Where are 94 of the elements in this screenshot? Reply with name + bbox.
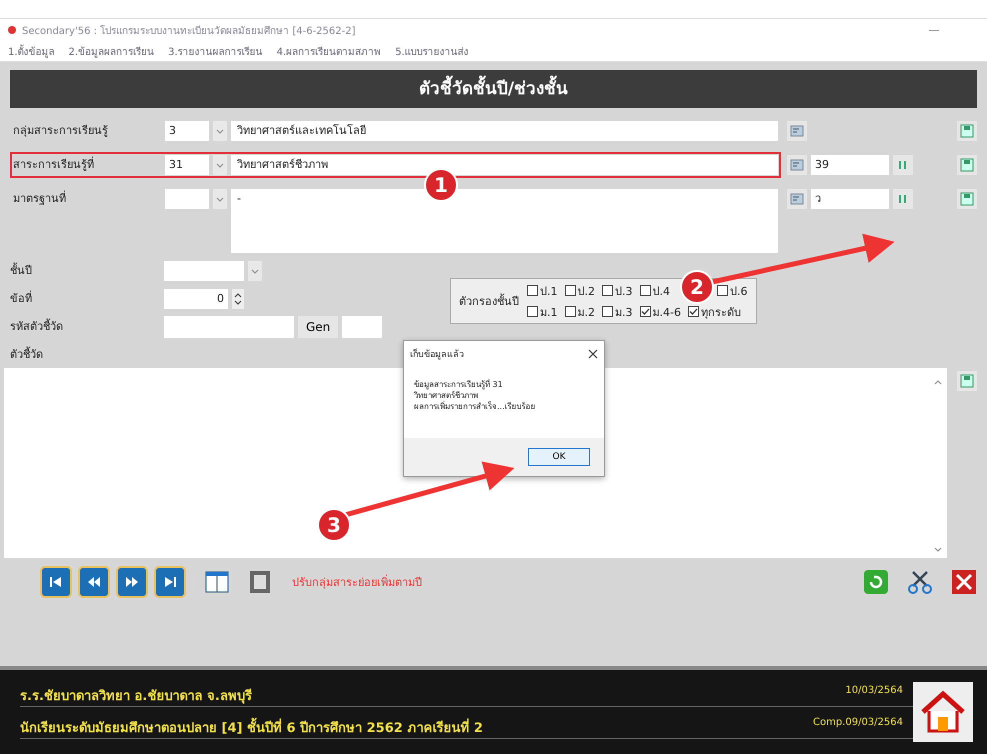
checkbox[interactable] <box>688 306 699 317</box>
skip-forward-icon <box>163 576 177 588</box>
field-label: สาระการเรียนรู้ที่ <box>13 156 95 173</box>
ok-button[interactable]: OK <box>528 448 590 466</box>
checkbox[interactable] <box>640 306 650 317</box>
name-field[interactable]: วิทยาศาสตร์และเทคโนโลยี <box>231 121 778 141</box>
fast-forward-icon <box>125 576 139 588</box>
menu-item[interactable]: 5.แบบรายงานส่ง <box>395 44 469 58</box>
scroll-down-icon[interactable] <box>934 547 942 552</box>
list-icon <box>790 125 804 137</box>
bars-icon <box>897 159 909 171</box>
dialog-message: วิทยาศาสตร์ชีวภาพ <box>414 390 479 401</box>
checkbox[interactable] <box>602 285 613 296</box>
code-dropdown[interactable]: 31 <box>165 155 209 175</box>
scissors-icon[interactable] <box>907 569 933 595</box>
field-label: มาตรฐานที่ <box>13 190 67 207</box>
next-record-button[interactable] <box>116 566 148 598</box>
app-icon <box>8 26 16 34</box>
chevron-down-icon <box>216 128 224 134</box>
spinner-arrows-icon[interactable] <box>232 289 244 309</box>
chevron-down-icon <box>216 196 224 202</box>
checkbox[interactable] <box>564 285 576 296</box>
school-name: ร.ร.ชัยบาดาลวิทยา อ.ชัยบาดาล จ.ลพบุรี <box>20 688 252 706</box>
number-field[interactable]: 39 <box>811 155 889 175</box>
class-info: นักเรียนระดับมัธยมศึกษาตอนปลาย [4] ชั้นปีที่ 6 ปีการศึกษา 2562 ภาคเรียนที่ 2 <box>20 717 483 738</box>
checkbox-label[interactable]: ป.1 <box>540 282 558 300</box>
field-label: ข้อที่ <box>10 290 33 307</box>
window-icon[interactable] <box>204 569 230 595</box>
code-dropdown[interactable]: 3 <box>165 121 209 141</box>
checkbox[interactable] <box>527 306 538 317</box>
home-button[interactable] <box>913 682 973 742</box>
checkbox-label[interactable]: ม.3 <box>615 302 632 320</box>
checkbox-label[interactable]: ม.4-6 <box>652 302 681 320</box>
checkbox[interactable] <box>602 306 613 317</box>
scroll-up-icon[interactable] <box>934 380 942 385</box>
checkbox-label[interactable]: ม.2 <box>578 302 595 320</box>
save-button[interactable] <box>957 155 977 175</box>
close-icon[interactable] <box>588 349 598 359</box>
menu-item[interactable]: 2.ข้อมูลผลการเรียน <box>68 44 154 58</box>
field-label: ชั้นปี <box>10 262 33 279</box>
checkbox-label[interactable]: ป.6 <box>730 282 748 300</box>
filter-label: ตัวกรองชั้นปี <box>459 292 519 310</box>
checkbox-label[interactable]: ม.1 <box>540 302 558 320</box>
save-button[interactable] <box>957 121 977 141</box>
house-icon <box>919 690 967 734</box>
list-icon <box>790 193 804 205</box>
bars-icon <box>897 193 909 205</box>
first-record-button[interactable] <box>40 566 72 598</box>
form-header: ตัวชี้วัดชั้นปี/ช่วงชั้น <box>10 70 977 108</box>
checkbox-label[interactable]: ป.4 <box>652 282 670 300</box>
menu-item[interactable]: 4.ผลการเรียนตามสภาพ <box>276 44 382 58</box>
refresh-icon[interactable] <box>863 569 889 595</box>
checkbox[interactable] <box>640 285 650 296</box>
dialog-title: เก็บข้อมูลแล้ว <box>410 348 464 361</box>
floppy-icon <box>960 158 974 172</box>
checkbox[interactable] <box>527 285 538 296</box>
chevron-down-icon <box>251 268 259 274</box>
close-icon[interactable] <box>951 569 977 595</box>
dialog-message: ผลการเพิ่มรายการสำเร็จ...เรียบร้อย <box>414 401 537 412</box>
lookup-button[interactable] <box>787 155 807 175</box>
save-button[interactable] <box>957 189 977 209</box>
dialog-message: ข้อมูลสาระการเรียนรู้ที่ 31 <box>414 379 504 390</box>
window-title: Secondary'56 : โปรแกรมระบบงานทะเบียนวัดผลมัธยมศึกษา [4-6-2562-2] <box>22 24 357 38</box>
field-label: รหัสตัวชี้วัด <box>10 318 64 335</box>
checkbox[interactable] <box>564 306 576 317</box>
last-record-button[interactable] <box>154 566 186 598</box>
toolbar-message: ปรับกลุ่มสาระย่อยเพิ่มตามปี <box>292 574 422 591</box>
checkbox-label[interactable]: ทุกระดับ <box>700 302 741 320</box>
checkbox[interactable] <box>717 285 728 296</box>
code-field[interactable] <box>164 316 294 338</box>
chevron-down-icon <box>216 162 224 168</box>
menu-item[interactable]: 1.ตั้งข้อมูล <box>8 44 55 58</box>
floppy-icon <box>960 374 974 388</box>
floppy-icon <box>960 192 974 206</box>
skip-back-icon <box>49 576 63 588</box>
floppy-icon <box>960 124 974 138</box>
checkbox-label[interactable]: ป.2 <box>578 282 595 300</box>
date-text: 10/03/2564 <box>845 685 903 698</box>
computed-date: Comp.09/03/2564 <box>812 717 903 730</box>
number-spinner[interactable]: 0 <box>164 289 228 309</box>
field-label: ตัวชี้วัด <box>10 346 44 363</box>
gen-button[interactable]: Gen <box>298 316 338 338</box>
number-field[interactable]: ว <box>811 189 889 209</box>
name-field[interactable]: วิทยาศาสตร์ชีวภาพ <box>231 155 778 175</box>
list-icon <box>790 159 804 171</box>
checkbox-label[interactable]: ป.3 <box>615 282 632 300</box>
menu-item[interactable]: 3.รายงานผลการเรียน <box>168 44 263 58</box>
save-button[interactable] <box>957 371 977 391</box>
previous-record-button[interactable] <box>78 566 110 598</box>
code-field[interactable] <box>342 316 382 338</box>
field-label: กลุ่มสาระการเรียนรู้ <box>13 123 109 139</box>
rewind-icon <box>87 576 101 588</box>
lookup-button[interactable] <box>787 121 807 141</box>
lookup-button[interactable] <box>787 189 807 209</box>
